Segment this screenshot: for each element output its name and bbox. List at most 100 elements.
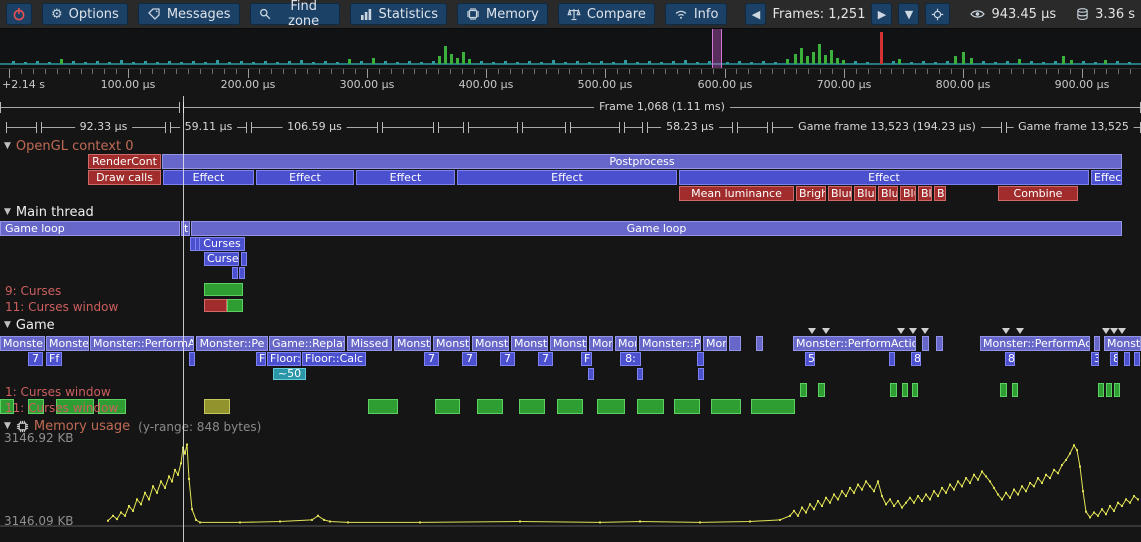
zone[interactable] [232, 267, 238, 279]
zone[interactable] [751, 399, 795, 414]
zone[interactable]: Effect [163, 170, 254, 185]
memory-plot[interactable] [0, 440, 1141, 532]
frame-span[interactable] [624, 119, 643, 136]
frame-bar[interactable] [842, 60, 845, 64]
collapse-marker-icon[interactable] [808, 328, 816, 334]
zone[interactable]: Monste [0, 336, 45, 351]
frame-bar[interactable] [36, 61, 39, 64]
zone[interactable]: Floor::Calc [302, 352, 366, 366]
frame-bar[interactable] [624, 60, 627, 64]
lock-label-11-curses-window-2[interactable]: 11: Curses window [5, 401, 118, 415]
zone[interactable]: Monst [394, 336, 431, 351]
frame-bar[interactable] [144, 61, 147, 64]
frame-bar[interactable] [786, 59, 789, 64]
frame-bar[interactable] [830, 50, 833, 64]
frame-span[interactable] [382, 119, 434, 136]
zone[interactable] [637, 368, 643, 380]
zone[interactable]: Floor: [267, 352, 301, 366]
zone[interactable] [204, 283, 243, 296]
frame-bar[interactable] [462, 52, 465, 64]
zone[interactable] [818, 383, 825, 397]
zone[interactable]: Mean luminance [679, 186, 794, 201]
zone[interactable] [477, 399, 503, 414]
frame-bar[interactable] [12, 61, 15, 64]
frame-bar[interactable] [438, 56, 441, 64]
frame-dropdown-button[interactable]: ▼ [898, 3, 919, 25]
options-button[interactable]: ⚙ Options [42, 3, 128, 25]
lock-label-9-curses[interactable]: 9: Curses [5, 284, 61, 298]
zone[interactable]: 7 [424, 352, 439, 366]
zone[interactable]: Blur [878, 186, 898, 201]
frame-bar[interactable] [910, 62, 913, 64]
zone[interactable]: 7 [462, 352, 477, 366]
zone[interactable]: Monst [1104, 336, 1141, 351]
frame-bar[interactable] [600, 61, 603, 64]
frame-span[interactable] [6, 119, 37, 136]
zone[interactable]: ~50 [273, 368, 306, 380]
zone[interactable]: 7 [538, 352, 553, 366]
frame-bar[interactable] [934, 62, 937, 64]
zone[interactable] [1094, 336, 1100, 351]
collapse-marker-icon[interactable] [1110, 328, 1118, 334]
frame-bar[interactable] [954, 56, 957, 64]
frame-bar[interactable] [516, 62, 519, 64]
zone[interactable]: Monst [433, 336, 470, 351]
zone[interactable] [637, 399, 664, 414]
frame-bar[interactable] [252, 62, 255, 64]
messages-button[interactable]: Messages [138, 3, 240, 25]
frame-bar[interactable] [1070, 60, 1073, 64]
frame-bar[interactable] [156, 62, 159, 64]
frame-bar[interactable] [806, 56, 809, 64]
frame-bar[interactable] [372, 58, 375, 64]
zone[interactable] [756, 336, 763, 351]
frame-bar[interactable] [818, 44, 821, 64]
section-header-main-thread[interactable]: ▼ Main thread [4, 205, 94, 220]
zone[interactable]: Monst [472, 336, 509, 351]
frame-bar[interactable] [738, 61, 741, 64]
zone[interactable] [368, 399, 398, 414]
frame-bar[interactable] [540, 62, 543, 64]
frame-bar[interactable] [450, 54, 453, 64]
frame-bar[interactable] [216, 60, 219, 64]
frame-span[interactable] [438, 119, 464, 136]
frame-bar[interactable] [800, 48, 803, 64]
zone[interactable] [936, 336, 943, 351]
zone[interactable]: Effect [457, 170, 677, 185]
next-frame-button[interactable]: ▶ [871, 3, 892, 25]
zone[interactable]: 8 [911, 352, 921, 366]
zone[interactable]: Ff [46, 352, 62, 366]
zone[interactable] [1114, 383, 1120, 397]
frame-bar[interactable] [970, 58, 973, 64]
zone[interactable]: Effect [356, 170, 455, 185]
zone[interactable] [1134, 352, 1140, 366]
frame-bar[interactable] [946, 61, 949, 64]
zone[interactable]: Game loop [0, 221, 180, 236]
zone[interactable]: RenderCont [88, 154, 161, 169]
frame-bar[interactable] [60, 59, 63, 64]
zone[interactable] [1012, 383, 1018, 397]
frame-bar[interactable] [564, 62, 567, 64]
frame-bar[interactable] [264, 61, 267, 64]
zone[interactable]: 3 [1091, 352, 1099, 366]
frame-bar[interactable] [504, 61, 507, 64]
frame-bar[interactable] [384, 61, 387, 64]
frame-bar[interactable] [276, 62, 279, 64]
zone[interactable]: 7 [28, 352, 43, 366]
frame-bar[interactable] [576, 61, 579, 64]
prev-frame-button[interactable]: ◀ [745, 3, 766, 25]
frame-span[interactable] [570, 119, 620, 136]
collapse-marker-icon[interactable] [1118, 328, 1126, 334]
section-header-opengl[interactable]: ▼ OpenGL context 0 [4, 139, 134, 154]
zone[interactable] [800, 383, 807, 397]
zone[interactable]: Monste [550, 336, 587, 351]
zone[interactable] [711, 399, 741, 414]
frame-bar[interactable] [588, 62, 591, 64]
goto-frame-button[interactable] [925, 3, 950, 25]
zone[interactable]: Game loop [191, 221, 1122, 236]
compare-button[interactable]: Compare [558, 3, 655, 25]
zone[interactable]: Blur [934, 186, 946, 201]
zone[interactable] [697, 352, 704, 366]
frame-bar[interactable] [336, 62, 339, 64]
zone[interactable]: Monster::Pe [639, 336, 701, 351]
frame-bar[interactable] [420, 62, 423, 64]
